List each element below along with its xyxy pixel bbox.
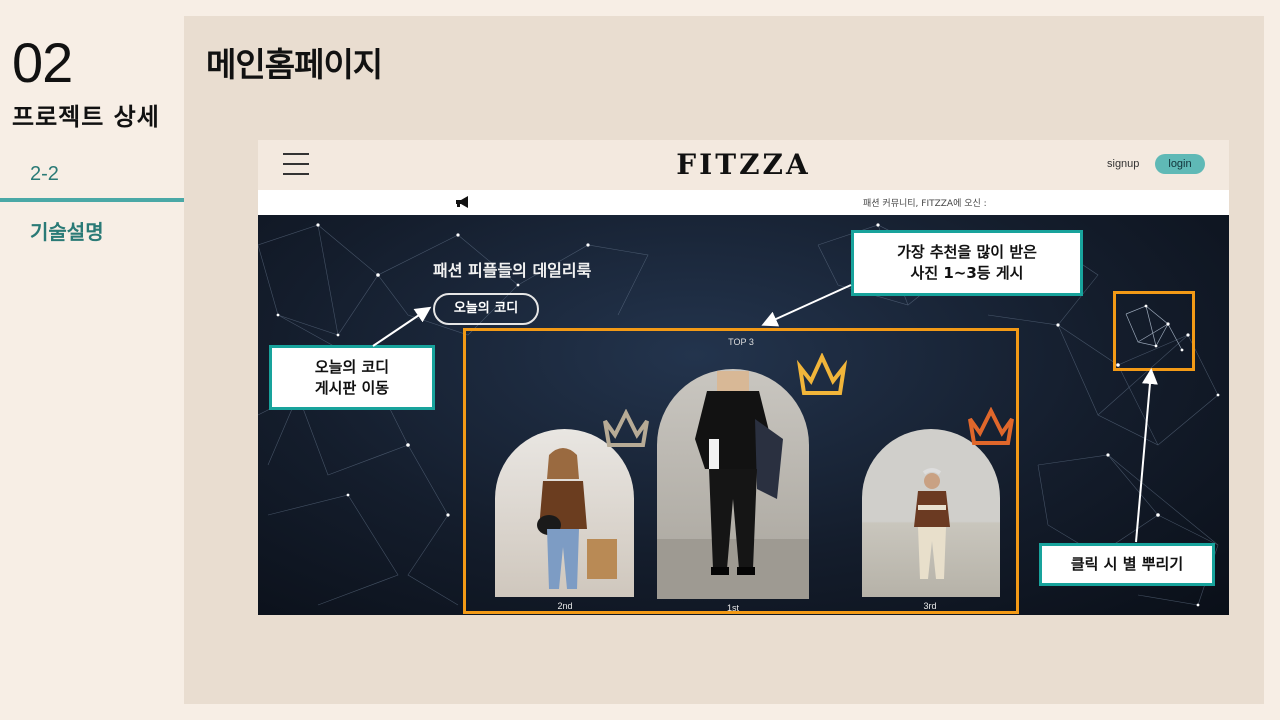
person-photo-icon bbox=[657, 371, 809, 599]
brand-logo: FITZZA bbox=[676, 148, 811, 181]
third-place-label: 3rd bbox=[923, 601, 937, 611]
callout-today-board-text: 오늘의 코디 게시판 이동 bbox=[314, 357, 390, 397]
notice-text: 패션 커뮤니티, FITZZA에 오신 : bbox=[863, 199, 987, 209]
second-place-photo[interactable] bbox=[495, 429, 634, 597]
hamburger-menu-icon[interactable] bbox=[283, 153, 309, 175]
callout-today-board: 오늘의 코디 게시판 이동 bbox=[269, 345, 435, 410]
gold-crown-icon bbox=[796, 353, 848, 395]
page-heading: 메인홈페이지 bbox=[206, 45, 383, 84]
callout-click-stars: 클릭 시 별 뿌리기 bbox=[1039, 543, 1215, 586]
bronze-crown-icon bbox=[968, 407, 1014, 445]
section-number: 02 bbox=[12, 31, 73, 94]
person-photo-icon bbox=[914, 468, 950, 579]
hero-title: 패션 피플들의 데일리룩 bbox=[433, 261, 592, 280]
notice-bar: 패션 커뮤니티, FITZZA에 오신 : bbox=[258, 190, 1229, 215]
subsection-number: 2-2 bbox=[30, 163, 59, 185]
signup-link[interactable]: signup bbox=[1107, 158, 1139, 170]
top3-label: TOP 3 bbox=[728, 337, 754, 347]
silver-crown-icon bbox=[603, 409, 649, 447]
top3-highlight-box: TOP 3 2nd 1st 3rd bbox=[463, 328, 1019, 614]
first-place-label: 1st bbox=[726, 603, 739, 613]
callout-top-recommended-text: 가장 추천을 많이 받은 사진 1~3등 게시 bbox=[897, 243, 1037, 282]
person-photo-icon bbox=[537, 448, 617, 589]
subsection-title: 기술설명 bbox=[30, 220, 104, 244]
callout-top-recommended: 가장 추천을 많이 받은 사진 1~3등 게시 bbox=[851, 230, 1083, 296]
login-button[interactable]: login bbox=[1155, 154, 1205, 174]
star-burst-highlight-box bbox=[1113, 291, 1195, 371]
today-outfit-button[interactable]: 오늘의 코디 bbox=[433, 293, 539, 325]
first-place-photo[interactable] bbox=[657, 369, 809, 599]
site-header: FITZZA signup login bbox=[258, 140, 1229, 190]
callout-click-stars-text: 클릭 시 별 뿌리기 bbox=[1070, 555, 1184, 573]
third-place-photo[interactable] bbox=[862, 429, 1000, 597]
second-place-label: 2nd bbox=[557, 601, 573, 611]
star-burst-icon bbox=[1125, 304, 1184, 352]
subsection-divider bbox=[0, 198, 184, 202]
sidebar: 02 프로젝트 상세 2-2 기술설명 bbox=[0, 0, 184, 720]
section-title: 프로젝트 상세 bbox=[12, 103, 160, 131]
megaphone-icon bbox=[456, 196, 468, 208]
